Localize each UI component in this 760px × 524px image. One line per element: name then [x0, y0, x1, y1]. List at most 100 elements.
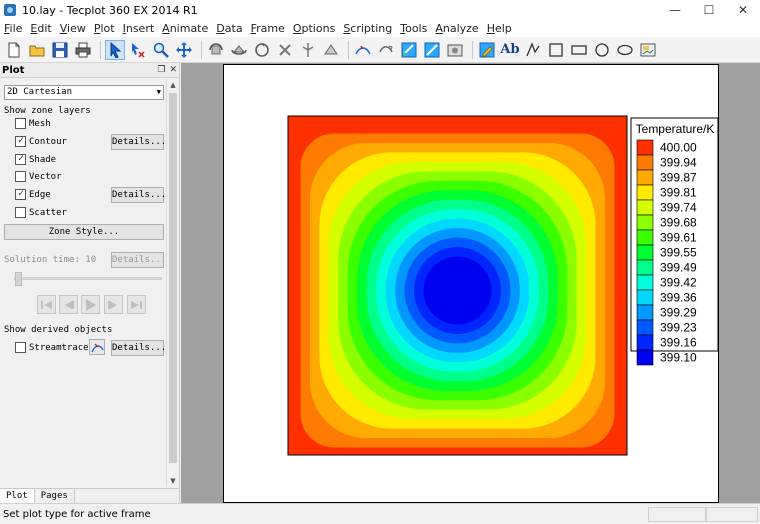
isosurface-icon[interactable] — [376, 40, 396, 60]
legend-label: 399.49 — [660, 261, 697, 275]
rotate-3d-icon[interactable] — [206, 40, 226, 60]
spherical-rotate-icon[interactable] — [229, 40, 249, 60]
menu-scripting[interactable]: Scripting — [341, 20, 398, 37]
zone-style-button[interactable]: Zone Style... — [4, 224, 164, 240]
layer-shade-row[interactable]: Shade — [15, 154, 56, 165]
legend-label: 399.23 — [660, 321, 697, 335]
last-step-button[interactable] — [127, 295, 146, 314]
contour-checkbox[interactable] — [15, 136, 26, 147]
undock-icon[interactable]: ❐ — [157, 65, 165, 75]
menu-label-rest: cripting — [350, 22, 393, 35]
solution-details-button[interactable]: Details... — [111, 252, 166, 268]
layer-contour-row[interactable]: Contour — [15, 136, 67, 147]
menu-data[interactable]: Data — [214, 20, 248, 37]
scroll-down-icon[interactable]: ▼ — [167, 475, 179, 487]
plot-frame[interactable]: Temperature/K 400.00 399.94 399.87 399.81 39… — [223, 64, 719, 503]
image-icon[interactable] — [638, 40, 658, 60]
streamtraces-details-button[interactable]: Details... — [111, 340, 166, 356]
zone-layers-heading: Show zone layers — [4, 106, 91, 116]
sidebar-body: 2D Cartesian ▼ Show zone layers Mesh Con… — [0, 79, 166, 487]
layer-mesh-row[interactable]: Mesh — [15, 118, 51, 129]
menu-label-rest: iew — [67, 22, 86, 35]
menu-edit[interactable]: Edit — [28, 20, 57, 37]
scatter-checkbox[interactable] — [15, 207, 26, 218]
menu-tools[interactable]: Tools — [398, 20, 433, 37]
square-icon[interactable] — [546, 40, 566, 60]
streamtrace-tool-button[interactable] — [89, 339, 105, 355]
menu-help[interactable]: Help — [485, 20, 518, 37]
export-icon[interactable] — [422, 40, 442, 60]
close-button[interactable]: ✕ — [726, 0, 760, 20]
menu-label-rest: ile — [9, 22, 23, 35]
translate-icon[interactable] — [174, 40, 194, 60]
layer-scatter-row[interactable]: Scatter — [15, 207, 67, 218]
tecplot-app-icon — [4, 4, 16, 16]
tab-plot[interactable]: Plot — [0, 489, 35, 503]
menu-options[interactable]: Options — [291, 20, 341, 37]
menu-analyze[interactable]: Analyze — [433, 20, 484, 37]
toolbar-separator — [100, 40, 101, 59]
close-sidebar-icon[interactable]: ✕ — [169, 65, 177, 75]
menu-frame[interactable]: Frame — [249, 20, 291, 37]
solution-time-slider[interactable] — [14, 277, 162, 280]
menu-insert[interactable]: Insert — [121, 20, 161, 37]
status-bar: Set plot type for active frame — [0, 503, 760, 524]
scrollbar-thumb[interactable] — [169, 93, 177, 463]
streamtraces-checkbox[interactable] — [15, 342, 26, 353]
toolbar-separator — [201, 40, 202, 59]
minimize-button[interactable]: — — [658, 0, 692, 20]
contour-details-button[interactable]: Details... — [111, 134, 166, 150]
legend-swatch — [636, 244, 654, 261]
select-icon[interactable] — [105, 39, 125, 60]
slice-icon[interactable] — [321, 40, 341, 60]
mesh-checkbox[interactable] — [15, 118, 26, 129]
new-layout-icon[interactable] — [4, 40, 24, 60]
save-layout-icon[interactable] — [50, 40, 70, 60]
polyline-icon[interactable] — [523, 40, 543, 60]
first-step-button[interactable] — [37, 295, 56, 314]
prev-step-button[interactable] — [59, 295, 78, 314]
plot-type-select[interactable]: 2D Cartesian ▼ — [4, 85, 164, 100]
text-icon[interactable]: Ab — [500, 40, 520, 60]
snapshot-icon[interactable] — [445, 40, 465, 60]
edge-checkbox[interactable] — [15, 189, 26, 200]
menu-view[interactable]: View — [58, 20, 92, 37]
scroll-up-icon[interactable]: ▲ — [167, 79, 179, 91]
rollerball-icon[interactable] — [252, 40, 272, 60]
streamtraces-row[interactable]: Streamtraces — [15, 342, 94, 353]
play-button[interactable] — [81, 295, 100, 314]
ellipse-icon[interactable] — [615, 40, 635, 60]
plot-type-value: 2D Cartesian — [7, 87, 73, 97]
menu-plot[interactable]: Plot — [92, 20, 121, 37]
skip-first-icon — [41, 300, 52, 309]
twist-icon[interactable] — [275, 40, 295, 60]
legend-swatch — [636, 199, 654, 216]
contour-icon[interactable] — [399, 40, 419, 60]
menu-label-rest: lot — [100, 22, 115, 35]
zoom-icon[interactable] — [151, 40, 171, 60]
circle-icon[interactable] — [592, 40, 612, 60]
menu-animate[interactable]: Animate — [160, 20, 214, 37]
workspace-area: Temperature/K 400.00 399.94 399.87 399.81 39… — [181, 63, 760, 503]
quick-edit-icon[interactable] — [477, 40, 497, 60]
maximize-button[interactable]: ☐ — [692, 0, 726, 20]
play-icon — [86, 298, 96, 311]
open-layout-icon[interactable] — [27, 40, 47, 60]
legend-label: 399.74 — [660, 201, 697, 215]
layer-vector-row[interactable]: Vector — [15, 171, 62, 182]
probe-icon[interactable] — [298, 40, 318, 60]
slider-thumb[interactable] — [15, 272, 22, 286]
edge-details-button[interactable]: Details... — [111, 187, 166, 203]
streamtrace-icon[interactable] — [353, 40, 373, 60]
adjust-icon[interactable] — [128, 40, 148, 60]
print-icon[interactable] — [73, 40, 93, 60]
shade-checkbox[interactable] — [15, 154, 26, 165]
menu-file[interactable]: File — [2, 20, 28, 37]
tab-pages[interactable]: Pages — [35, 489, 75, 503]
next-step-button[interactable] — [104, 295, 123, 314]
sidebar-scrollbar[interactable]: ▲ ▼ — [166, 79, 178, 487]
layer-edge-row[interactable]: Edge — [15, 189, 51, 200]
vector-checkbox[interactable] — [15, 171, 26, 182]
rectangle-icon[interactable] — [569, 40, 589, 60]
legend-title: Temperature/K — [636, 122, 715, 136]
